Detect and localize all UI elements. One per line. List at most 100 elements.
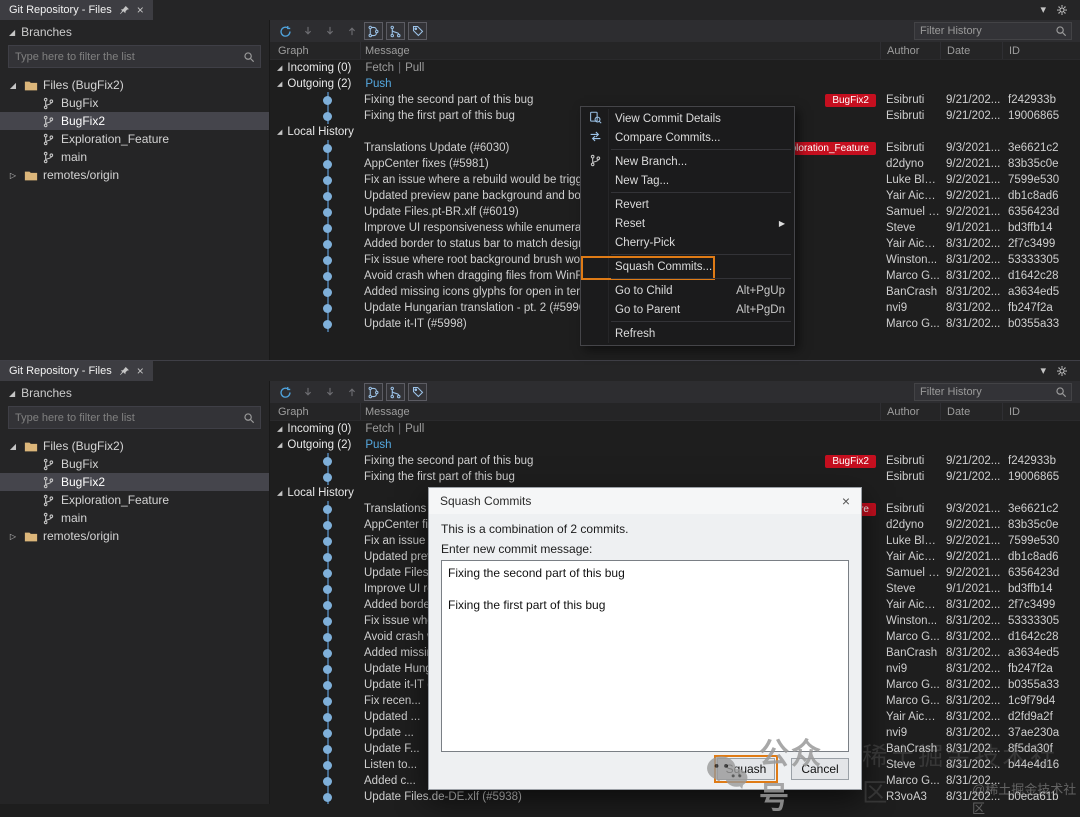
tree-item-label: BugFix [61, 96, 99, 110]
commit-dot [323, 776, 332, 786]
push-icon[interactable] [342, 22, 361, 40]
dialog-close-icon[interactable]: × [828, 493, 850, 509]
column-header-message[interactable]: Message [360, 403, 880, 420]
history-filter-input[interactable] [915, 386, 1055, 398]
column-header-date[interactable]: Date [940, 42, 1002, 59]
date-cell: 8/31/202... [946, 254, 1001, 266]
chevron-down-icon[interactable]: ▾ [1040, 4, 1046, 16]
date-cell: 8/31/202... [946, 679, 1001, 691]
commit-message-textarea[interactable]: Fixing the second part of this bug Fixin… [441, 560, 849, 752]
tab-git-repository-files[interactable]: Git Repository - Files × [0, 361, 153, 381]
chevron-down-icon[interactable]: ▾ [1040, 365, 1046, 377]
cancel-button[interactable]: Cancel [791, 758, 849, 780]
tool-window-tabstrip: Git Repository - Files × ▾ [0, 0, 1080, 20]
squash-commits-dialog: Squash Commits × This is a combination o… [428, 487, 862, 790]
show-merges-icon[interactable] [386, 383, 405, 401]
menu-item-new-tag[interactable]: New Tag... [581, 171, 794, 190]
tree-item-bugfix2[interactable]: BugFix2 [0, 473, 269, 491]
history-section-incoming-0[interactable]: ◢ Incoming (0) Fetch | Pull [270, 421, 1080, 437]
tree-item-exploration-feature[interactable]: Exploration_Feature [0, 491, 269, 509]
pull-link[interactable]: Pull [405, 423, 424, 435]
column-header-graph[interactable]: Graph [270, 403, 360, 420]
menu-item-go-to-parent[interactable]: Go to Parent Alt+PgDn [581, 300, 794, 319]
tab-git-repository-files[interactable]: Git Repository - Files × [0, 0, 153, 20]
column-header-graph[interactable]: Graph [270, 42, 360, 59]
menu-item-new-branch[interactable]: New Branch... [581, 152, 794, 171]
menu-item-view-commit-details[interactable]: View Commit Details [581, 109, 794, 128]
history-section-outgoing-2[interactable]: ◢ Outgoing (2) Push [270, 437, 1080, 453]
menu-item-cherry-pick[interactable]: Cherry-Pick [581, 233, 794, 252]
tree-item-remotes-origin[interactable]: ▷ remotes/origin [0, 527, 269, 545]
close-icon[interactable]: × [137, 4, 144, 16]
pin-icon[interactable] [119, 5, 130, 16]
push-link[interactable]: Push [365, 78, 391, 90]
pin-icon[interactable] [119, 366, 130, 377]
menu-item-revert[interactable]: Revert [581, 195, 794, 214]
id-cell: d1642c28 [1008, 270, 1059, 282]
fetch-link[interactable]: Fetch [365, 62, 394, 74]
gear-icon[interactable] [1056, 4, 1068, 16]
pull-link[interactable]: Pull [405, 62, 424, 74]
column-header-date[interactable]: Date [940, 403, 1002, 420]
tree-item-main[interactable]: main [0, 509, 269, 527]
fetch-link[interactable]: Fetch [365, 423, 394, 435]
menu-item-refresh[interactable]: Refresh [581, 324, 794, 343]
history-section-outgoing-2[interactable]: ◢ Outgoing (2) Push [270, 76, 1080, 92]
date-cell: 8/31/202... [946, 318, 1001, 330]
refresh-icon[interactable] [276, 383, 295, 401]
pull-icon[interactable] [320, 383, 339, 401]
show-graph-icon[interactable] [364, 383, 383, 401]
fetch-icon[interactable] [298, 383, 317, 401]
tree-item-bugfix2[interactable]: BugFix2 [0, 112, 269, 130]
squash-button[interactable]: Squash [714, 755, 778, 783]
history-section-incoming-0[interactable]: ◢ Incoming (0) Fetch | Pull [270, 60, 1080, 76]
column-header-id[interactable]: ID [1002, 403, 1080, 420]
gear-icon[interactable] [1056, 365, 1068, 377]
refresh-icon[interactable] [276, 22, 295, 40]
id-cell: 83b35c0e [1008, 158, 1059, 170]
commit-dot [323, 760, 332, 770]
author-cell: Yair Aich... [886, 711, 940, 723]
show-tags-icon[interactable] [408, 383, 427, 401]
commit-row[interactable]: Fixing the first part of this bug Esibrut… [270, 469, 1080, 485]
push-icon[interactable] [342, 383, 361, 401]
branch-tag: BugFix2 [825, 93, 876, 107]
menu-item-shortcut: Alt+PgUp [736, 284, 785, 297]
show-tags-icon[interactable] [408, 22, 427, 40]
close-icon[interactable]: × [137, 365, 144, 377]
tree-item-files-bugfix2[interactable]: ◢ Files (BugFix2) [0, 437, 269, 455]
menu-item-reset[interactable]: Reset ▶ [581, 214, 794, 233]
menu-item-go-to-child[interactable]: Go to Child Alt+PgUp [581, 281, 794, 300]
show-graph-icon[interactable] [364, 22, 383, 40]
pull-icon[interactable] [320, 22, 339, 40]
menu-item-compare-commits[interactable]: Compare Commits... [581, 128, 794, 147]
column-header-author[interactable]: Author [880, 42, 940, 59]
commit-row[interactable]: Fixing the second part of this bug BugFix… [270, 453, 1080, 469]
tree-item-exploration-feature[interactable]: Exploration_Feature [0, 130, 269, 148]
tree-item-main[interactable]: main [0, 148, 269, 166]
push-link[interactable]: Push [365, 439, 391, 451]
column-header-id[interactable]: ID [1002, 42, 1080, 59]
graph-cell [270, 220, 360, 236]
dialog-titlebar[interactable]: Squash Commits × [429, 488, 861, 514]
expand-triangle-icon[interactable]: ◢ [9, 28, 15, 37]
column-header-author[interactable]: Author [880, 403, 940, 420]
fetch-icon[interactable] [298, 22, 317, 40]
branch-filter-input[interactable] [9, 411, 243, 424]
commit-dot [323, 744, 332, 754]
tree-item-files-bugfix2[interactable]: ◢ Files (BugFix2) [0, 76, 269, 94]
section-label: Outgoing (2) [287, 78, 352, 90]
history-toolbar [270, 20, 1080, 42]
author-cell: Winston... [886, 615, 938, 627]
tree-item-remotes-origin[interactable]: ▷ remotes/origin [0, 166, 269, 184]
expand-triangle-icon[interactable]: ◢ [9, 389, 15, 398]
history-filter-input[interactable] [915, 25, 1055, 37]
tree-item-bugfix[interactable]: BugFix [0, 94, 269, 112]
column-header-message[interactable]: Message [360, 42, 880, 59]
branch-filter-input[interactable] [9, 50, 243, 63]
commit-row[interactable]: Update Files.de-DE.xlf (#5938) R3voA3 8/31… [270, 789, 1080, 804]
show-merges-icon[interactable] [386, 22, 405, 40]
menu-item-squash-commits[interactable]: Squash Commits... [581, 256, 794, 280]
history-column-headers: Graph Message Author Date ID [270, 42, 1080, 60]
tree-item-bugfix[interactable]: BugFix [0, 455, 269, 473]
